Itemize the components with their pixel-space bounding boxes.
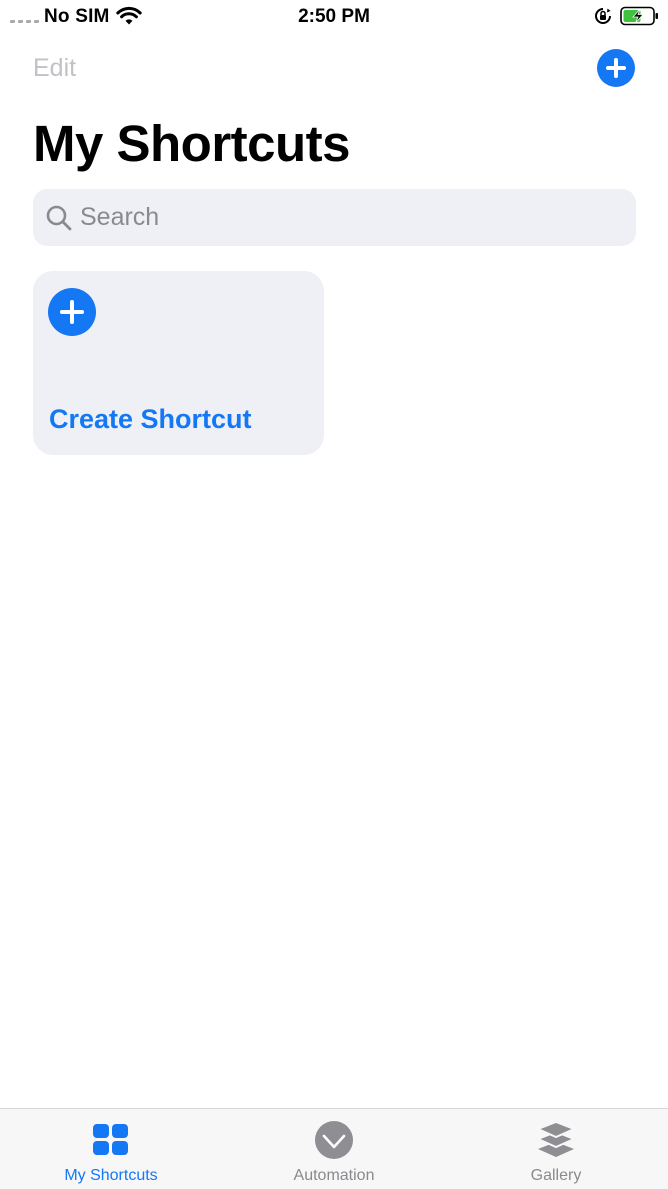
edit-button[interactable]: Edit — [33, 54, 76, 83]
search-bar[interactable] — [33, 189, 636, 246]
tab-bar: My Shortcuts Automation Gallery — [0, 1108, 668, 1189]
tab-label: Automation — [293, 1167, 375, 1184]
create-shortcut-card[interactable]: Create Shortcut — [33, 271, 324, 455]
page-title: My Shortcuts — [33, 115, 351, 172]
layers-icon — [535, 1120, 577, 1157]
tab-label: Gallery — [530, 1167, 582, 1184]
plus-circle-icon — [48, 288, 96, 336]
search-input[interactable] — [80, 189, 620, 246]
status-bar: No SIM 2:50 PM — [0, 0, 668, 34]
tab-automation[interactable]: Automation — [279, 1109, 389, 1189]
check-circle-icon — [315, 1121, 353, 1159]
add-shortcut-button[interactable] — [597, 49, 635, 87]
status-time: 2:50 PM — [298, 6, 370, 27]
battery-charging-icon — [620, 6, 658, 26]
tab-my-shortcuts[interactable]: My Shortcuts — [56, 1109, 166, 1189]
search-icon — [46, 205, 72, 231]
orientation-lock-icon — [595, 8, 611, 24]
tab-label: My Shortcuts — [64, 1167, 158, 1184]
tab-gallery[interactable]: Gallery — [501, 1109, 611, 1189]
create-shortcut-label: Create Shortcut — [49, 404, 252, 434]
grid-icon — [93, 1124, 128, 1155]
